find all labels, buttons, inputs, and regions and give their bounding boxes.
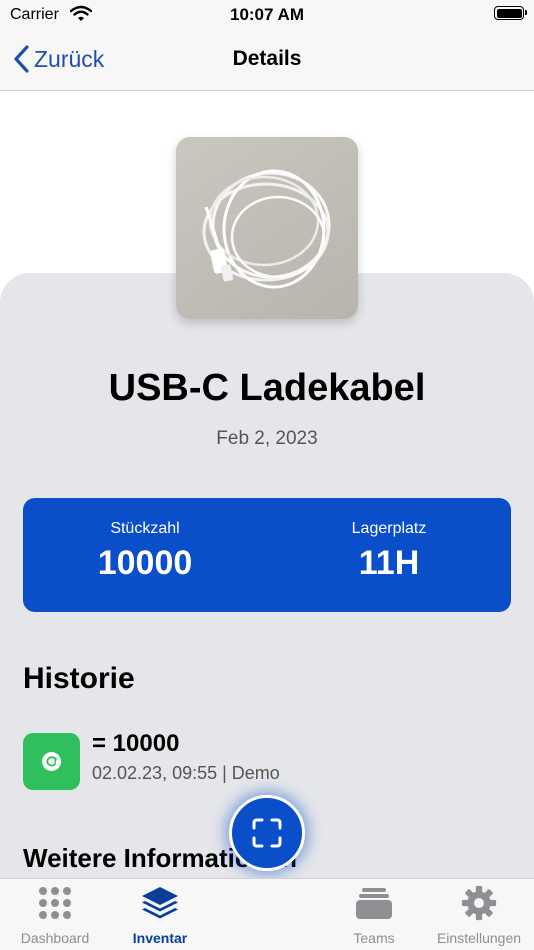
- quantity-stat: Stückzahl 10000: [23, 520, 267, 583]
- tab-dashboard[interactable]: Dashboard: [0, 885, 110, 946]
- tab-inventar-label: Inventar: [132, 930, 188, 946]
- battery-icon: [494, 6, 527, 20]
- location-stat: Lagerplatz 11H: [267, 520, 511, 583]
- product-image: [176, 137, 358, 319]
- clock: 10:07 AM: [229, 5, 304, 24]
- quantity-value: 10000: [97, 544, 193, 582]
- refresh-icon: [46, 756, 57, 767]
- quantity-label: Stückzahl: [110, 520, 180, 537]
- tab-dashboard-label: Dashboard: [20, 930, 90, 946]
- history-entry-value: = 10000: [92, 730, 180, 757]
- history-title: Historie: [23, 662, 135, 695]
- page-title: Details: [232, 47, 302, 70]
- location-label: Lagerplatz: [351, 520, 427, 537]
- tab-teams-label: Teams: [353, 930, 395, 946]
- stats-panel: Stückzahl 10000 Lagerplatz 11H: [23, 498, 511, 612]
- product-title: USB-C Ladekabel: [108, 367, 426, 409]
- layers-icon: [142, 887, 178, 919]
- location-value: 11H: [358, 544, 420, 582]
- history-entry-meta: 02.02.23, 09:55 | Demo: [92, 763, 280, 783]
- tab-inventar[interactable]: Inventar: [105, 885, 215, 946]
- tab-einstellungen-label: Einstellungen: [436, 930, 522, 946]
- gear-icon: [461, 885, 497, 921]
- scan-button[interactable]: [229, 795, 305, 871]
- grid-icon: [39, 887, 71, 919]
- product-date: Feb 2, 2023: [216, 428, 318, 449]
- tab-bar: Dashboard Inventar Teams Einstellungen: [0, 878, 534, 950]
- history-entry-icon: [23, 733, 80, 790]
- tray-stack-icon: [356, 888, 392, 919]
- status-bar: Carrier 10:07 AM: [0, 0, 534, 30]
- scan-frame-icon: [252, 818, 282, 848]
- tab-einstellungen[interactable]: Einstellungen: [424, 885, 534, 946]
- navigation-bar: Zurück Details: [0, 30, 534, 91]
- tab-teams[interactable]: Teams: [319, 885, 429, 946]
